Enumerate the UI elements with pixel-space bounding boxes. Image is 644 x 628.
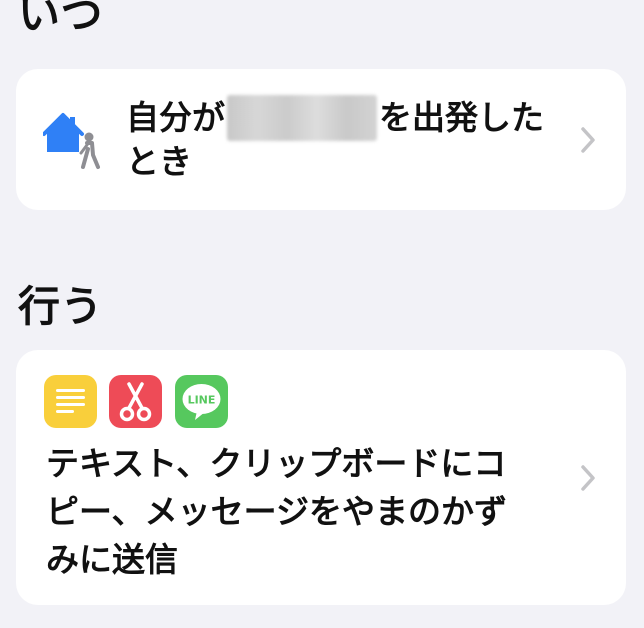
action-text-line-2: ピー、メッセージをやまのかず (46, 492, 508, 531)
line-icon-label: LINE (188, 394, 216, 407)
trigger-text-line-2: とき (126, 142, 192, 181)
trigger-text-suffix: を出発した (379, 98, 544, 137)
chevron-right-icon (581, 127, 595, 153)
notes-icon (44, 375, 97, 428)
action-text-line-3: みに送信 (46, 540, 178, 579)
line-app-icon: LINE (175, 375, 228, 428)
redacted-location (227, 95, 377, 141)
home-leave-icon (43, 113, 100, 169)
scissors-icon (109, 375, 162, 428)
section-title-do: 行う (18, 282, 104, 331)
trigger-card[interactable]: 自分が を出発した とき (16, 69, 626, 210)
chevron-right-icon (581, 465, 595, 491)
trigger-text-prefix: 自分が (126, 98, 225, 137)
trigger-text-line-1: 自分が を出発した (126, 95, 544, 141)
section-title-when: いつ (18, 0, 104, 39)
action-card[interactable]: LINE テキスト、クリップボードにコ ピー、メッセージをやまのかず みに送信 (16, 350, 626, 605)
action-text-line-1: テキスト、クリップボードにコ (46, 444, 507, 483)
